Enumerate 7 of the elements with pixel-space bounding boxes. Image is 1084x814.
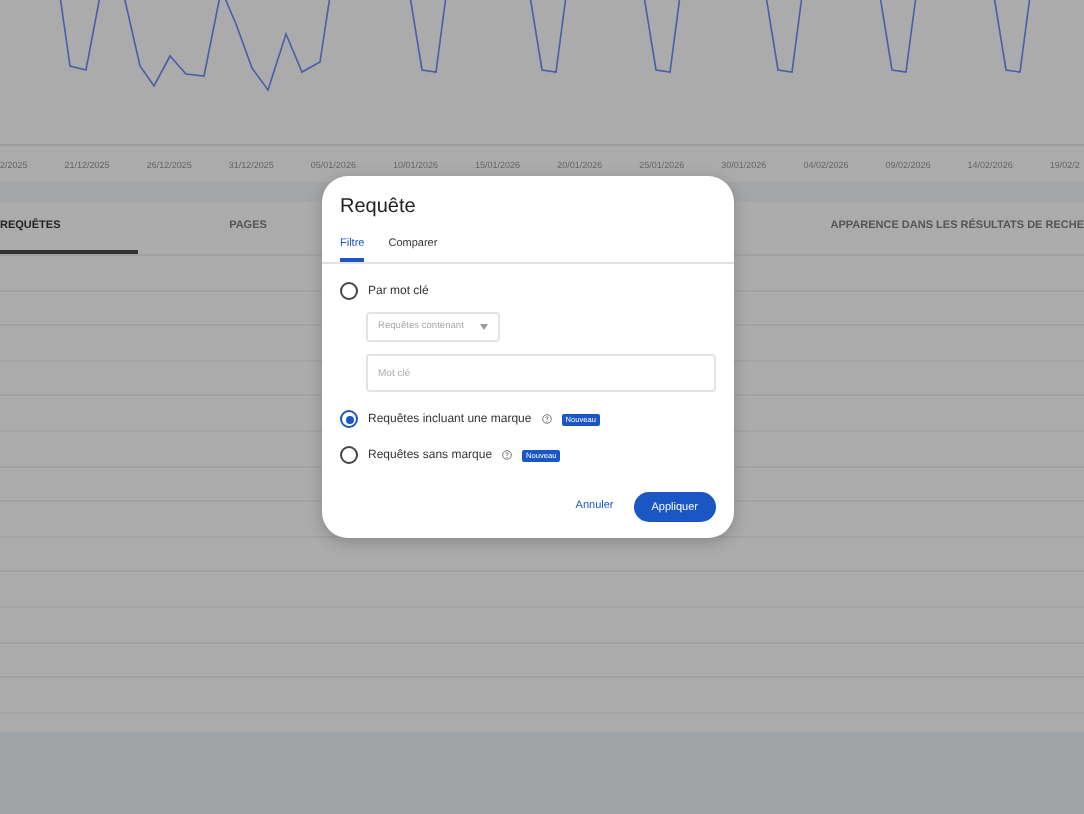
help-icon[interactable] xyxy=(502,450,513,460)
radio-button[interactable] xyxy=(340,282,358,300)
radio-button[interactable] xyxy=(340,446,358,464)
dialog-title: Requête xyxy=(340,196,418,218)
radio-button[interactable] xyxy=(340,410,358,428)
caret-icon xyxy=(479,324,488,330)
help-icon[interactable] xyxy=(541,414,552,424)
